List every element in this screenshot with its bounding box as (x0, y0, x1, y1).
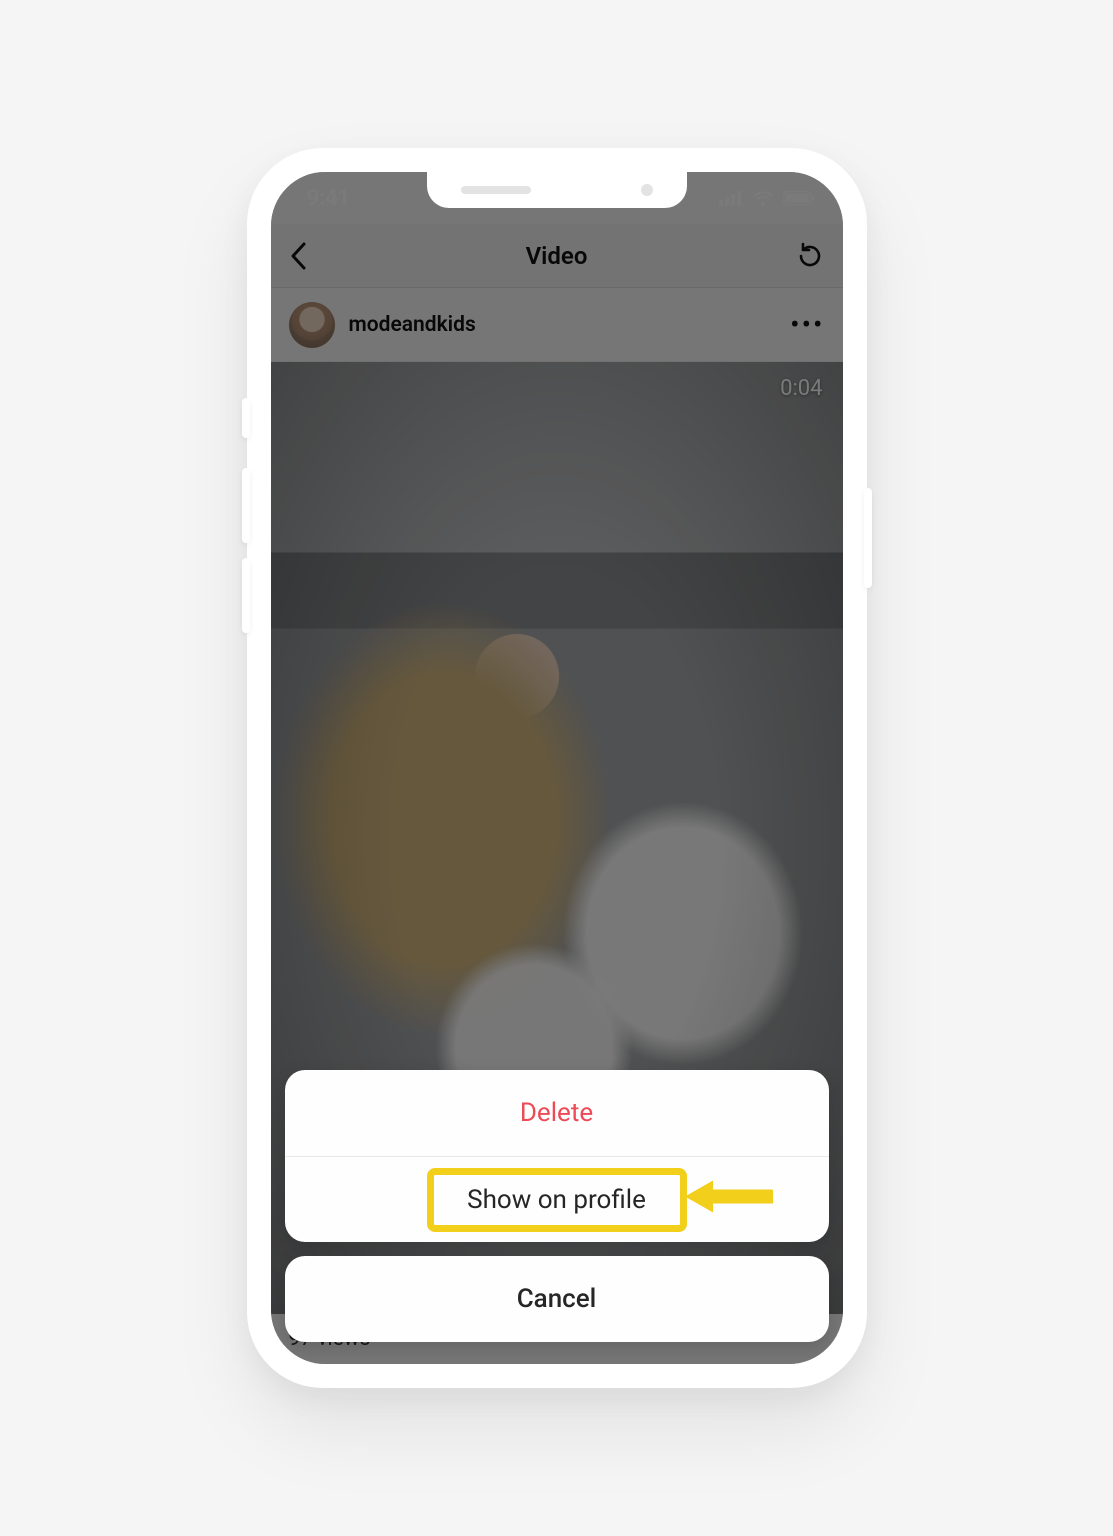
phone-frame: 9:41 Video (247, 148, 867, 1388)
action-sheet-options: Delete Show on profile (285, 1070, 829, 1242)
phone-side-button (864, 488, 872, 588)
action-sheet-cancel-group: Cancel (285, 1256, 829, 1342)
phone-side-button (242, 398, 250, 438)
front-camera (641, 184, 653, 196)
notch (427, 172, 687, 208)
phone-side-button (242, 558, 250, 633)
phone-side-button (242, 468, 250, 543)
cancel-button[interactable]: Cancel (285, 1256, 829, 1342)
action-label: Cancel (517, 1284, 597, 1314)
annotation-arrow (683, 1176, 773, 1223)
action-label: Delete (520, 1098, 593, 1128)
show-on-profile-button[interactable]: Show on profile (285, 1156, 829, 1242)
screen: 9:41 Video (271, 172, 843, 1364)
speaker-grille (461, 186, 531, 194)
action-label: Show on profile (467, 1185, 646, 1215)
delete-button[interactable]: Delete (285, 1070, 829, 1156)
arrow-left-icon (683, 1176, 773, 1216)
action-sheet: Delete Show on profile Cancel (285, 1070, 829, 1342)
